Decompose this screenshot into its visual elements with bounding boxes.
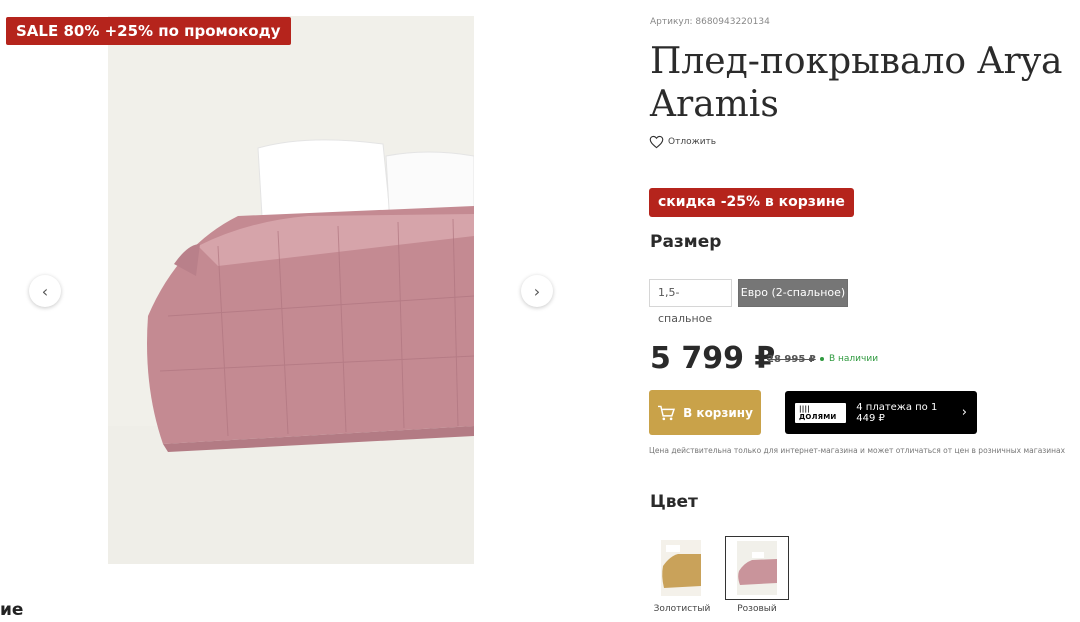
heart-icon bbox=[649, 135, 664, 149]
dolyami-button[interactable]: |||| ДОЛЯМИ 4 платежа по 1 449 ₽ › bbox=[785, 391, 977, 434]
size-option-single[interactable]: 1,5-спальное bbox=[649, 279, 732, 325]
chevron-right-icon: › bbox=[533, 281, 541, 301]
size-title: Размер bbox=[650, 232, 722, 252]
color-label-golden: Золотистый bbox=[653, 604, 711, 614]
color-swatch-pink[interactable] bbox=[725, 536, 789, 600]
gallery-next-button[interactable]: › bbox=[521, 275, 553, 307]
dolyami-logo: |||| ДОЛЯМИ bbox=[795, 402, 847, 423]
add-to-cart-button[interactable]: В корзину bbox=[649, 390, 761, 435]
cart-discount-badge: скидка -25% в корзине bbox=[649, 188, 854, 217]
stock-label: В наличии bbox=[829, 354, 879, 364]
stock-status: В наличии bbox=[820, 354, 878, 364]
cart-icon bbox=[658, 405, 676, 420]
color-label-pink: Розовый bbox=[737, 604, 777, 614]
color-title: Цвет bbox=[650, 492, 698, 512]
dolyami-text: 4 платежа по 1 449 ₽ bbox=[856, 401, 938, 424]
old-price: 28 995 ₽ bbox=[767, 354, 816, 365]
article-number: Артикул: 8680943220134 bbox=[650, 17, 770, 27]
wishlist-label: Отложить bbox=[668, 137, 717, 147]
wishlist-button[interactable]: Отложить bbox=[649, 135, 716, 149]
sale-badge: SALE 80% +25% по промокоду bbox=[6, 17, 291, 45]
size-option-euro[interactable]: Евро (2-спальное) bbox=[738, 279, 848, 307]
chevron-right-icon: › bbox=[961, 405, 967, 420]
price-note: Цена действительна только для интернет-м… bbox=[649, 446, 1066, 455]
section-heading-partial: ие bbox=[0, 600, 24, 620]
product-image bbox=[108, 16, 474, 564]
chevron-left-icon: ‹ bbox=[41, 281, 49, 301]
current-price: 5 799 ₽ bbox=[650, 341, 776, 376]
product-title: Плед-покрывало Arya Aramis bbox=[650, 41, 1063, 125]
stock-dot-icon bbox=[820, 357, 824, 361]
color-swatch-golden[interactable] bbox=[650, 536, 714, 600]
gallery-prev-button[interactable]: ‹ bbox=[29, 275, 61, 307]
add-to-cart-label: В корзину bbox=[683, 405, 753, 420]
